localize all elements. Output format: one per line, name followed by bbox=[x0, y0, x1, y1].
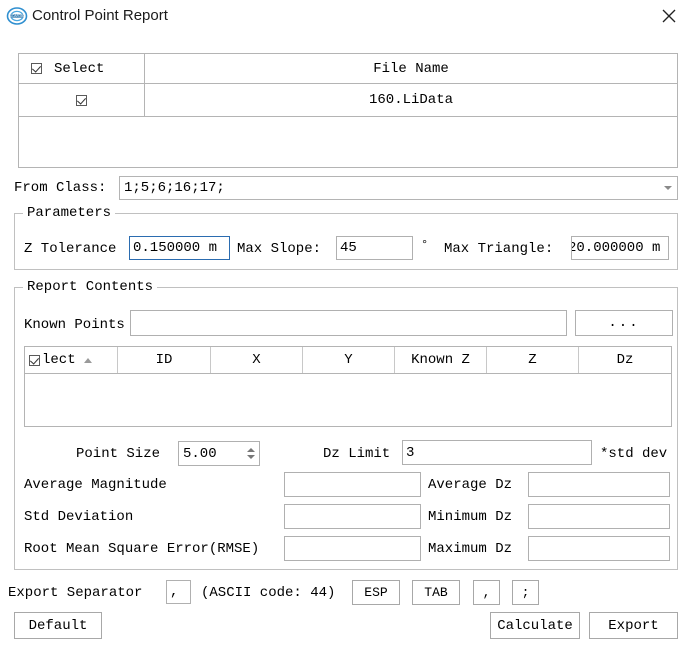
export-button-label: Export bbox=[608, 617, 659, 634]
title-bar: LiDAR360 Control Point Report bbox=[0, 0, 692, 32]
file-table-header-select-label: Select bbox=[54, 60, 105, 77]
points-header-select[interactable]: lect bbox=[25, 347, 118, 373]
file-row-select-cell[interactable] bbox=[19, 84, 145, 116]
rmse-value bbox=[284, 536, 421, 561]
separator-comma-label: , bbox=[482, 585, 491, 600]
points-header-y[interactable]: Y bbox=[303, 347, 395, 373]
point-size-value: 5.00 bbox=[183, 445, 217, 462]
dz-limit-value: 3 bbox=[406, 444, 415, 461]
z-tolerance-label: Z Tolerance bbox=[24, 241, 117, 257]
points-header-known-z[interactable]: Known Z bbox=[395, 347, 487, 373]
points-header-known-z-label: Known Z bbox=[411, 352, 470, 368]
calculate-button[interactable]: Calculate bbox=[490, 612, 580, 639]
file-table-header-select[interactable]: Select bbox=[19, 54, 145, 83]
points-header-select-label: lect bbox=[42, 352, 76, 368]
points-header-dz-label: Dz bbox=[616, 352, 634, 368]
max-triangle-input[interactable]: 20.000000 m bbox=[571, 236, 669, 260]
sort-ascending-icon[interactable] bbox=[83, 357, 92, 363]
average-magnitude-label: Average Magnitude bbox=[24, 477, 167, 493]
export-separator-label: Export Separator bbox=[8, 585, 143, 601]
average-dz-value bbox=[528, 472, 670, 497]
spin-up-icon[interactable] bbox=[247, 448, 255, 452]
max-slope-value: 45 bbox=[340, 240, 357, 256]
std-deviation-value bbox=[284, 504, 421, 529]
points-header-y-label: Y bbox=[344, 352, 353, 368]
std-deviation-label: Std Deviation bbox=[24, 509, 134, 525]
from-class-combobox[interactable]: 1;5;6;16;17; bbox=[119, 176, 678, 200]
points-header-id[interactable]: ID bbox=[118, 347, 211, 373]
known-points-input[interactable] bbox=[130, 310, 567, 336]
from-class-label: From Class: bbox=[14, 180, 107, 196]
average-dz-label: Average Dz bbox=[428, 477, 513, 493]
minimum-dz-label: Minimum Dz bbox=[428, 509, 513, 525]
point-size-stepper[interactable]: 5.00 bbox=[178, 441, 260, 466]
separator-tab-button[interactable]: TAB bbox=[412, 580, 460, 605]
average-magnitude-value bbox=[284, 472, 421, 497]
browse-button[interactable]: ... bbox=[575, 310, 673, 336]
lidar360-logo-icon: LiDAR360 bbox=[6, 5, 28, 27]
control-points-table-header: lect ID X Y Known Z Z Dz bbox=[25, 347, 671, 374]
rmse-label: Root Mean Square Error(RMSE) bbox=[24, 541, 260, 557]
default-button-label: Default bbox=[28, 617, 88, 634]
points-header-x-label: X bbox=[252, 352, 261, 368]
parameters-group-title: Parameters bbox=[23, 205, 116, 221]
separator-semicolon-label: ; bbox=[521, 585, 530, 600]
points-header-id-label: ID bbox=[155, 352, 173, 368]
export-button[interactable]: Export bbox=[589, 612, 678, 639]
export-separator-value: , bbox=[170, 584, 179, 600]
default-button[interactable]: Default bbox=[14, 612, 102, 639]
separator-esp-label: ESP bbox=[364, 585, 388, 600]
file-row-name-cell: 160.LiData bbox=[145, 84, 677, 116]
known-points-label: Known Points bbox=[24, 317, 125, 333]
points-select-all-checkbox[interactable] bbox=[29, 354, 40, 366]
points-header-z-label: Z bbox=[528, 352, 537, 368]
maximum-dz-value bbox=[528, 536, 670, 561]
window-title: Control Point Report bbox=[32, 7, 168, 24]
control-points-table: lect ID X Y Known Z Z Dz bbox=[24, 346, 672, 427]
export-separator-input[interactable]: , bbox=[166, 580, 191, 604]
file-table-header: Select File Name bbox=[19, 54, 677, 84]
points-header-x[interactable]: X bbox=[211, 347, 303, 373]
close-icon[interactable] bbox=[650, 2, 688, 30]
chevron-down-icon[interactable] bbox=[659, 186, 677, 190]
select-all-checkbox[interactable] bbox=[31, 63, 42, 74]
points-header-z[interactable]: Z bbox=[487, 347, 579, 373]
file-table-header-filename-label: File Name bbox=[373, 60, 449, 77]
separator-tab-label: TAB bbox=[424, 585, 448, 600]
report-contents-group-title: Report Contents bbox=[23, 279, 158, 295]
max-slope-label: Max Slope: bbox=[237, 241, 322, 257]
file-name-value: 160.LiData bbox=[368, 92, 453, 108]
z-tolerance-value: 0.150000 m bbox=[133, 240, 218, 256]
spin-down-icon[interactable] bbox=[247, 455, 255, 459]
max-triangle-label: Max Triangle: bbox=[444, 241, 554, 257]
std-dev-suffix-label: *std dev bbox=[600, 446, 668, 462]
ascii-code-label: (ASCII code: 44) bbox=[201, 585, 336, 601]
file-table-header-filename[interactable]: File Name bbox=[145, 54, 677, 83]
from-class-value: 1;5;6;16;17; bbox=[124, 180, 225, 196]
point-size-label: Point Size bbox=[76, 446, 161, 462]
dz-limit-input[interactable]: 3 bbox=[402, 440, 592, 465]
max-triangle-value: 20.000000 m bbox=[571, 240, 661, 256]
maximum-dz-label: Maximum Dz bbox=[428, 541, 513, 557]
separator-esp-button[interactable]: ESP bbox=[352, 580, 400, 605]
z-tolerance-input[interactable]: 0.150000 m bbox=[129, 236, 230, 260]
minimum-dz-value bbox=[528, 504, 670, 529]
file-table: Select File Name 160.LiData bbox=[18, 53, 678, 168]
point-size-spin-buttons[interactable] bbox=[243, 442, 259, 465]
row-select-checkbox[interactable] bbox=[76, 94, 87, 106]
svg-text:LiDAR360: LiDAR360 bbox=[10, 14, 25, 18]
points-header-dz[interactable]: Dz bbox=[579, 347, 671, 373]
dz-limit-label: Dz Limit bbox=[323, 446, 391, 462]
separator-semicolon-button[interactable]: ; bbox=[512, 580, 539, 605]
max-slope-input[interactable]: 45 bbox=[336, 236, 413, 260]
degree-symbol-label: ° bbox=[421, 238, 429, 252]
table-row[interactable]: 160.LiData bbox=[19, 84, 677, 117]
separator-comma-button[interactable]: , bbox=[473, 580, 500, 605]
browse-button-label: ... bbox=[608, 315, 640, 331]
calculate-button-label: Calculate bbox=[497, 617, 573, 634]
